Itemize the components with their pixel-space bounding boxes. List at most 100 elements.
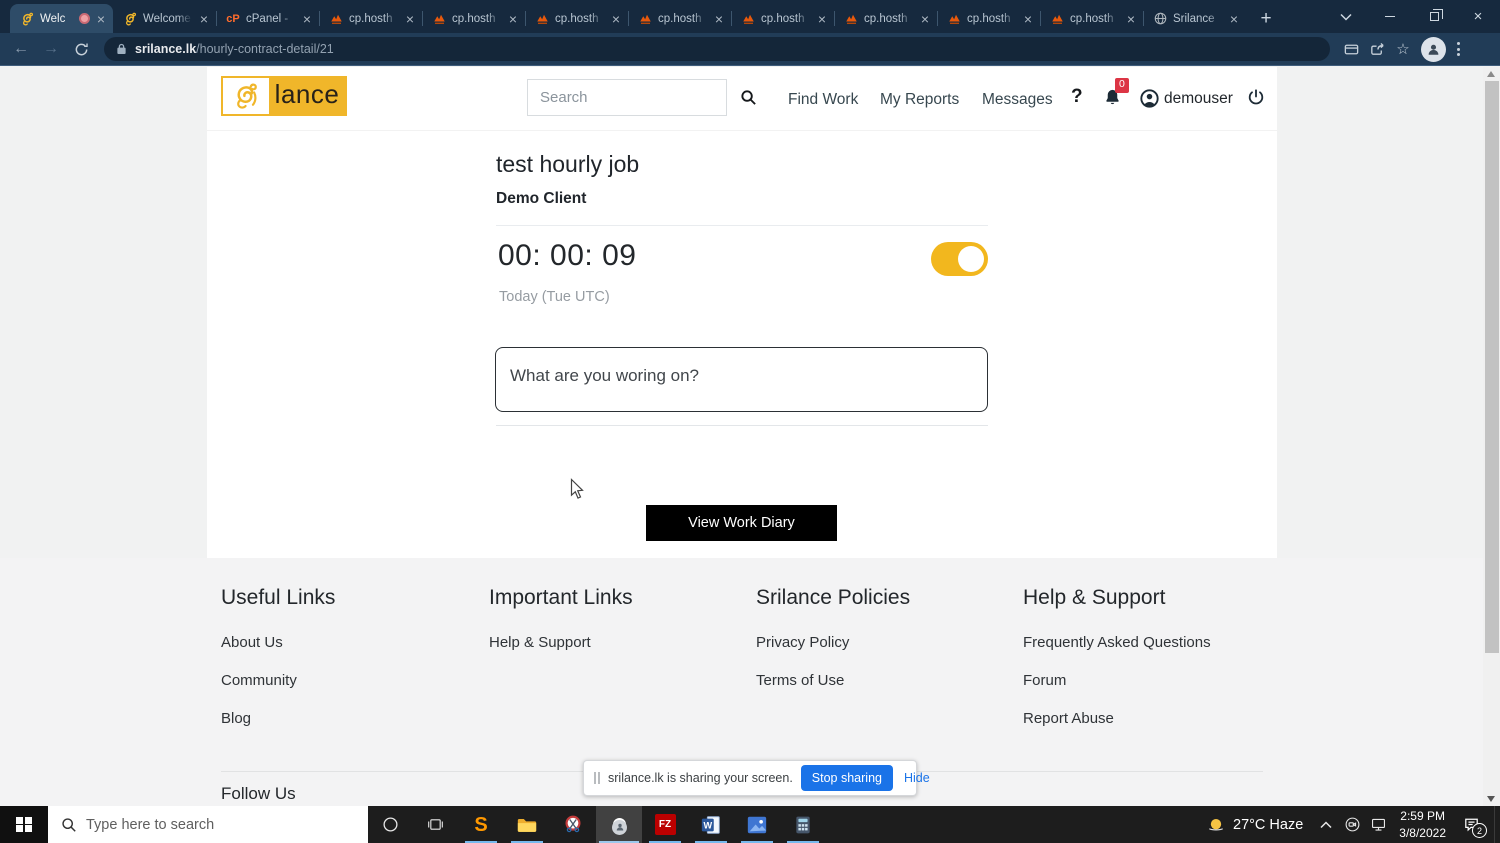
tab-close-icon[interactable]: × [919,12,931,26]
tab-close-icon[interactable]: × [713,12,725,26]
taskbar-app-chrome[interactable] [596,806,642,843]
scroll-up-arrow-icon[interactable] [1487,71,1495,77]
minimize-button[interactable] [1368,0,1412,33]
timer-toggle[interactable] [931,242,988,276]
tray-chevron-up-icon[interactable] [1313,821,1339,829]
start-button[interactable] [0,806,48,843]
browser-tab[interactable]: cp.hosth× [731,4,834,33]
host-favicon-icon [431,11,447,27]
close-window-button[interactable]: × [1456,0,1500,33]
footer-link[interactable]: Blog [221,710,476,727]
work-memo-input[interactable] [495,347,988,412]
footer-link[interactable]: Terms of Use [756,672,1011,689]
hide-share-bar-link[interactable]: Hide [901,771,933,785]
tab-title: cp.hosth [555,13,605,25]
bookmark-star-icon[interactable]: ☆ [1390,40,1416,58]
client-name: Demo Client [496,190,586,208]
footer-link[interactable]: Help & Support [489,634,744,651]
stop-sharing-button[interactable]: Stop sharing [801,765,893,791]
cortana-icon[interactable] [368,806,413,843]
browser-tab[interactable]: cp.hosth × [525,4,628,33]
taskbar-app-calculator[interactable] [780,806,826,843]
search-icon[interactable] [740,89,757,111]
nav-messages[interactable]: Messages [982,91,1053,109]
host-favicon-icon [328,11,344,27]
srilance-logo[interactable]: lance [221,76,347,116]
footer-link[interactable]: Community [221,672,476,689]
nav-my-reports[interactable]: My Reports [880,91,959,109]
taskbar-search[interactable] [48,806,368,843]
taskbar-app-filezilla[interactable]: FZ [642,806,688,843]
svg-text:W: W [703,820,712,830]
maximize-button[interactable] [1412,0,1456,33]
taskbar-clock[interactable]: 2:59 PM 3/8/2022 [1399,808,1446,840]
browser-tab[interactable]: Welcome× [113,4,216,33]
show-desktop-button[interactable] [1494,806,1500,843]
browser-tab[interactable]: cp.hosth× [1040,4,1143,33]
browser-tab[interactable]: cPcPanel -× [216,4,319,33]
taskbar-app-word[interactable]: W [688,806,734,843]
taskbar-search-input[interactable] [86,817,326,833]
tab-close-icon[interactable]: × [301,12,313,26]
footer-column: Srilance PoliciesPrivacy PolicyTerms of … [756,586,1011,710]
browser-tab[interactable]: Srilance× [1143,4,1246,33]
browser-menu-icon[interactable] [1457,42,1460,56]
footer-link[interactable]: Frequently Asked Questions [1023,634,1278,651]
browser-profile-avatar[interactable] [1421,37,1446,62]
tab-close-icon[interactable]: × [816,12,828,26]
footer-link[interactable]: Report Abuse [1023,710,1278,727]
tab-close-icon[interactable]: × [1022,12,1034,26]
tab-title: cPanel - [246,13,296,25]
reload-button[interactable] [66,42,96,57]
taskbar-app-sublime[interactable]: S [458,806,504,843]
taskbar-app-explorer[interactable] [504,806,550,843]
network-icon[interactable] [1365,816,1391,833]
view-work-diary-button[interactable]: View Work Diary [646,505,837,541]
share-icon[interactable] [1364,41,1390,58]
tab-close-icon[interactable]: × [198,12,210,26]
action-center-icon[interactable]: 2 [1454,815,1488,834]
task-view-icon[interactable] [413,806,458,843]
address-bar[interactable]: srilance.lk/hourly-contract-detail/21 [104,37,1330,61]
browser-tab[interactable]: cp.hosth× [834,4,937,33]
scroll-down-arrow-icon[interactable] [1487,796,1495,802]
browser-tab[interactable]: cp.hosth× [628,4,731,33]
browser-tab[interactable]: Welc× [10,4,113,33]
footer-column-heading: Help & Support [1023,586,1278,610]
clock-time: 2:59 PM [1399,808,1446,824]
host-favicon-icon [843,11,859,27]
weather-label[interactable]: 27°C Haze [1233,817,1303,833]
tab-close-icon[interactable]: × [95,12,107,26]
site-search-input[interactable] [527,79,727,116]
follow-us-heading: Follow Us [221,784,296,804]
tab-close-icon[interactable]: × [1125,12,1137,26]
footer-link[interactable]: Privacy Policy [756,634,1011,651]
footer-link[interactable]: About Us [221,634,476,651]
browser-tab[interactable]: cp.hosth× [937,4,1040,33]
browser-tab[interactable]: cp.hosth× [422,4,525,33]
taskbar-app-snipping-tool[interactable] [550,806,596,843]
tab-close-icon[interactable]: × [1228,12,1240,26]
logout-power-icon[interactable] [1247,88,1265,111]
word-icon: W [700,814,722,836]
reading-list-icon[interactable] [1338,41,1364,58]
weather-icon[interactable] [1203,815,1229,835]
forward-button[interactable]: → [36,40,66,58]
tab-close-icon[interactable]: × [507,12,519,26]
meet-now-icon[interactable] [1339,816,1365,833]
taskbar-app-photos[interactable] [734,806,780,843]
scrollbar-thumb[interactable] [1485,81,1499,653]
footer-link[interactable]: Forum [1023,672,1278,689]
nav-find-work[interactable]: Find Work [788,91,858,109]
tab-search-chevron-icon[interactable] [1324,0,1368,33]
browser-tab[interactable]: cp.hosth× [319,4,422,33]
back-button[interactable]: ← [6,40,36,58]
tab-close-icon[interactable]: × [404,12,416,26]
drag-handle-icon[interactable] [594,772,600,784]
vertical-scrollbar[interactable] [1483,67,1500,806]
site-header: lance Find Work My Reports Messages ? 0 [207,67,1277,131]
help-question-icon[interactable]: ? [1071,86,1083,108]
user-menu[interactable]: demouser [1140,89,1233,108]
tab-close-icon[interactable]: × [610,12,622,26]
new-tab-button[interactable]: + [1252,5,1280,33]
